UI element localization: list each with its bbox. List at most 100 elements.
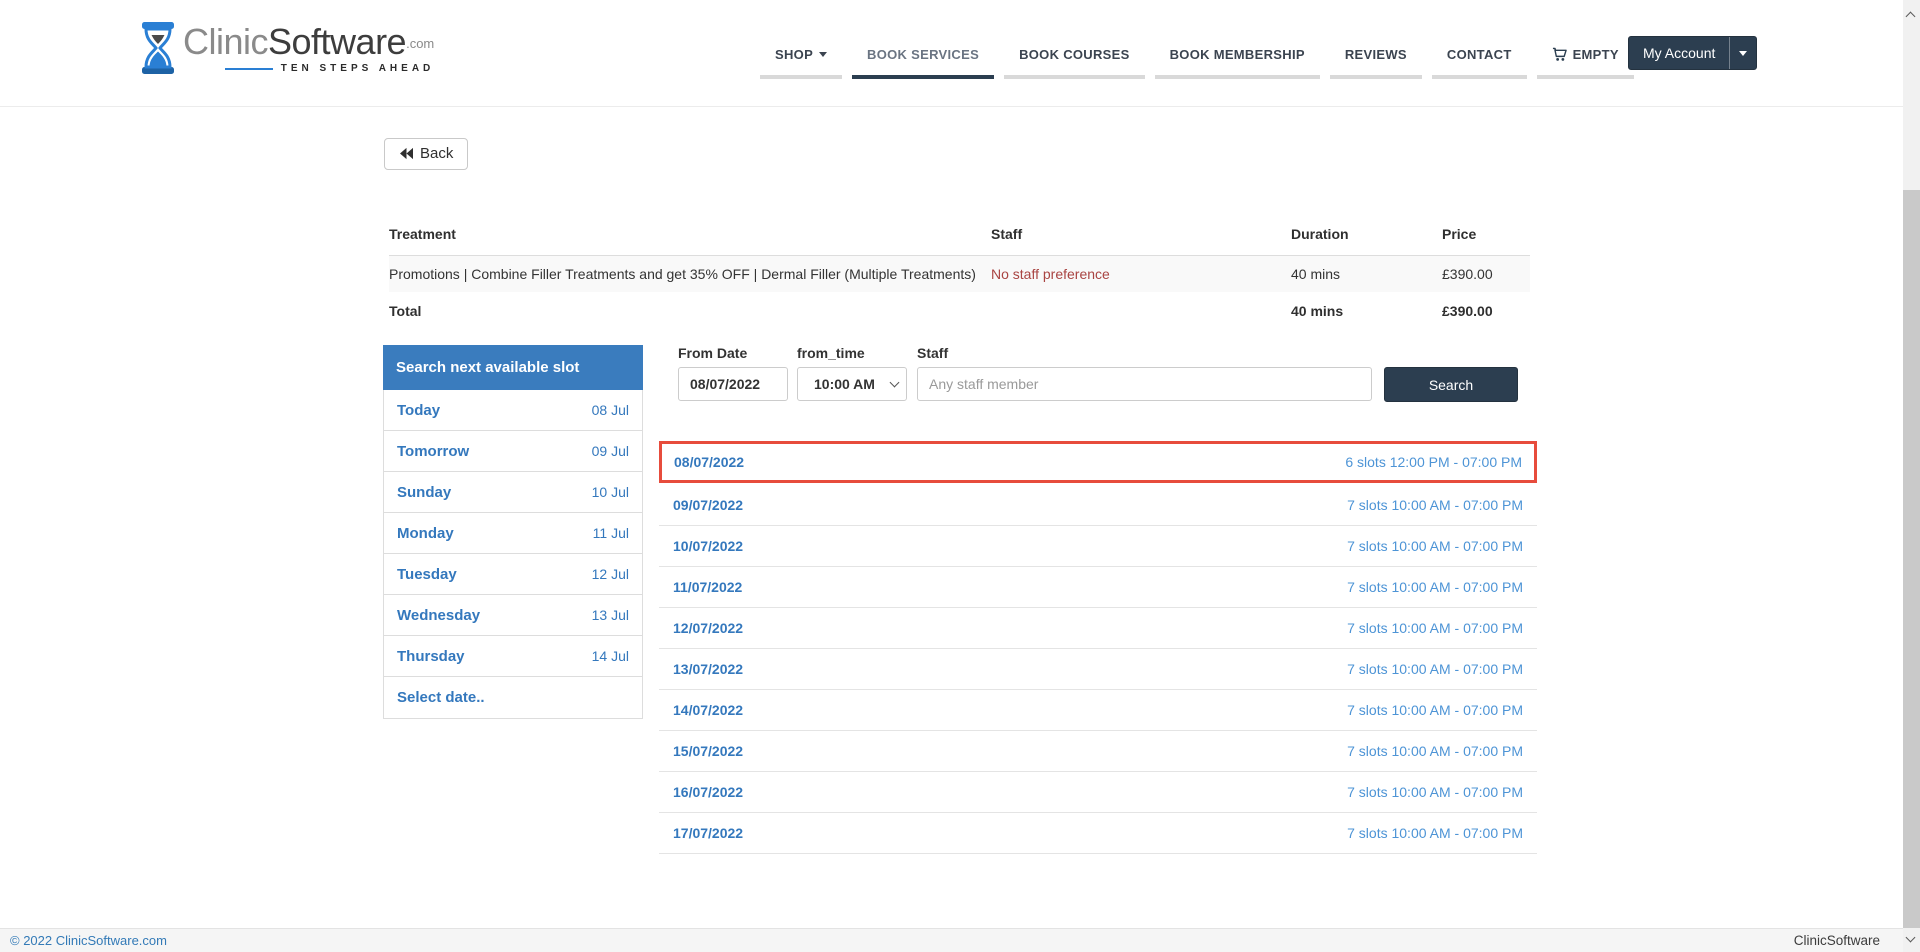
nav-item-book-services[interactable]: BOOK SERVICES (852, 47, 994, 79)
total-price: £390.00 (1442, 303, 1530, 319)
nav-item-label: BOOK COURSES (1019, 47, 1130, 62)
quick-date-day: Today (397, 402, 440, 419)
from-time-label: from_time (797, 345, 907, 361)
account-split-button: My Account (1628, 36, 1757, 70)
col-header-duration: Duration (1291, 226, 1442, 242)
from-time-group: from_time 10:00 AM (797, 345, 907, 401)
slot-date: 13/07/2022 (673, 661, 743, 677)
from-date-input[interactable] (678, 367, 788, 401)
account-caret-button[interactable] (1729, 37, 1756, 69)
slot-row-08-07-2022-selected[interactable]: 08/07/20226 slots 12:00 PM - 07:00 PM (659, 441, 1537, 483)
quick-date-day: Sunday (397, 484, 451, 501)
account-button[interactable]: My Account (1629, 37, 1729, 69)
brand-logo[interactable]: ClinicSoftware.com TEN STEPS AHEAD (140, 22, 434, 79)
quick-date-value: 10 Jul (592, 484, 629, 500)
scrollbar-up-icon[interactable] (1907, 7, 1914, 25)
staff-input[interactable] (917, 367, 1372, 401)
back-button[interactable]: Back (384, 138, 468, 170)
quick-dates-list: Today08 JulTomorrow09 Jul Sunday 10 Jul Mon… (383, 390, 643, 719)
quick-date-value: 13 Jul (592, 607, 629, 623)
quick-date-wednesday[interactable]: Wednesday 13 Jul (384, 595, 642, 636)
footer-brand: ClinicSoftware (1794, 933, 1880, 948)
nav-item-label: BOOK MEMBERSHIP (1170, 47, 1305, 62)
caret-down-icon (1739, 51, 1747, 56)
staff-label: Staff (917, 345, 1372, 361)
slot-row-15-07-2022[interactable]: 15/07/2022 7 slots 10:00 AM - 07:00 PM (659, 731, 1537, 772)
slot-info: 7 slots 10:00 AM - 07:00 PM (1347, 784, 1523, 800)
nav-item-shop[interactable]: SHOP (760, 47, 842, 79)
quick-date-thursday[interactable]: Thursday14 Jul (384, 636, 642, 677)
slot-list: 08/07/20226 slots 12:00 PM - 07:00 PM09/… (659, 441, 1537, 854)
total-label: Total (389, 303, 991, 319)
quick-date-value: 14 Jul (592, 648, 629, 664)
caret-down-icon (819, 52, 827, 57)
quick-date-monday[interactable]: Monday 11 Jul (384, 513, 642, 554)
nav-item-label: BOOK SERVICES (867, 47, 979, 62)
brand-tagline: TEN STEPS AHEAD (281, 63, 435, 74)
slot-row-16-07-2022[interactable]: 16/07/2022 7 slots 10:00 AM - 07:00 PM (659, 772, 1537, 813)
scrollbar-thumb[interactable] (1903, 190, 1920, 928)
booking-table-header-row: Treatment Staff Duration Price (389, 219, 1530, 256)
slot-info: 7 slots 10:00 AM - 07:00 PM (1347, 538, 1523, 554)
treatment-duration: 40 mins (1291, 266, 1442, 282)
back-button-label: Back (420, 145, 453, 162)
quick-date-day: Monday (397, 525, 454, 542)
slot-info: 7 slots 10:00 AM - 07:00 PM (1347, 825, 1523, 841)
total-row: Total 40 mins £390.00 (389, 292, 1530, 330)
nav-item-label: EMPTY (1573, 47, 1619, 62)
scrollbar-down-icon[interactable] (1907, 928, 1914, 946)
nav-item-label: REVIEWS (1345, 47, 1407, 62)
page: ClinicSoftware.com TEN STEPS AHEAD SHOP … (0, 0, 1920, 952)
nav-item-book-membership[interactable]: BOOK MEMBERSHIP (1155, 47, 1320, 79)
main-nav: SHOP BOOK SERVICES BOOK COURSES BOOK MEM… (760, 0, 1634, 107)
slot-row-12-07-2022[interactable]: 12/07/20227 slots 10:00 AM - 07:00 PM (659, 608, 1537, 649)
nav-item-contact[interactable]: CONTACT (1432, 47, 1527, 79)
brand-wordmark: ClinicSoftware.com TEN STEPS AHEAD (183, 22, 434, 74)
slot-row-13-07-2022[interactable]: 13/07/2022 7 slots 10:00 AM - 07:00 PM (659, 649, 1537, 690)
brand-tld: .com (406, 36, 434, 51)
col-header-staff: Staff (991, 226, 1291, 242)
slot-date: 15/07/2022 (673, 743, 743, 759)
slot-info: 7 slots 10:00 AM - 07:00 PM (1347, 743, 1523, 759)
search-button[interactable]: Search (1384, 367, 1518, 402)
brand-tagline-line (225, 68, 273, 70)
quick-date-select-date[interactable]: Select date.. (384, 677, 642, 718)
nav-item-label: SHOP (775, 47, 813, 62)
nav-item-book-courses[interactable]: BOOK COURSES (1004, 47, 1145, 79)
slot-row-09-07-2022[interactable]: 09/07/2022 7 slots 10:00 AM - 07:00 PM (659, 485, 1537, 526)
quick-dates-header: Search next available slot (383, 345, 643, 390)
slot-row-14-07-2022[interactable]: 14/07/20227 slots 10:00 AM - 07:00 PM (659, 690, 1537, 731)
treatment-staff: No staff preference (991, 266, 1291, 282)
slot-date: 09/07/2022 (673, 497, 743, 513)
quick-dates-panel: Search next available slot Today08 JulTo… (383, 345, 643, 719)
slot-row-11-07-2022[interactable]: 11/07/20227 slots 10:00 AM - 07:00 PM (659, 567, 1537, 608)
scrollbar[interactable] (1903, 0, 1920, 952)
slot-date: 17/07/2022 (673, 825, 743, 841)
quick-date-value: 09 Jul (592, 443, 629, 459)
staff-group: Staff (917, 345, 1372, 401)
quick-date-day: Wednesday (397, 607, 480, 624)
quick-date-sunday[interactable]: Sunday 10 Jul (384, 472, 642, 513)
nav-item-label: CONTACT (1447, 47, 1512, 62)
slot-info: 7 slots 10:00 AM - 07:00 PM (1347, 497, 1523, 513)
fast-backward-icon (399, 147, 414, 160)
footer-copyright-link[interactable]: © 2022 ClinicSoftware.com (10, 933, 167, 948)
treatment-price: £390.00 (1442, 266, 1530, 282)
nav-item-cart-empty[interactable]: EMPTY (1537, 47, 1634, 79)
slot-row-17-07-2022[interactable]: 17/07/2022 7 slots 10:00 AM - 07:00 PM (659, 813, 1537, 854)
brand-word-part2: Software (268, 21, 406, 62)
quick-date-tomorrow[interactable]: Tomorrow09 Jul (384, 431, 642, 472)
quick-date-tuesday[interactable]: Tuesday12 Jul (384, 554, 642, 595)
quick-date-today[interactable]: Today08 Jul (384, 390, 642, 431)
from-time-select[interactable]: 10:00 AM (797, 367, 907, 401)
slot-info: 7 slots 10:00 AM - 07:00 PM (1347, 579, 1523, 595)
slot-info: 7 slots 10:00 AM - 07:00 PM (1347, 661, 1523, 677)
slot-row-10-07-2022[interactable]: 10/07/20227 slots 10:00 AM - 07:00 PM (659, 526, 1537, 567)
slot-date: 16/07/2022 (673, 784, 743, 800)
nav-item-reviews[interactable]: REVIEWS (1330, 47, 1422, 79)
quick-date-day: Select date.. (397, 689, 485, 706)
from-date-group: From Date (678, 345, 788, 401)
booking-summary-table: Treatment Staff Duration Price Promotion… (389, 219, 1530, 330)
quick-date-value: 11 Jul (593, 525, 629, 541)
slot-info: 7 slots 10:00 AM - 07:00 PM (1347, 620, 1523, 636)
